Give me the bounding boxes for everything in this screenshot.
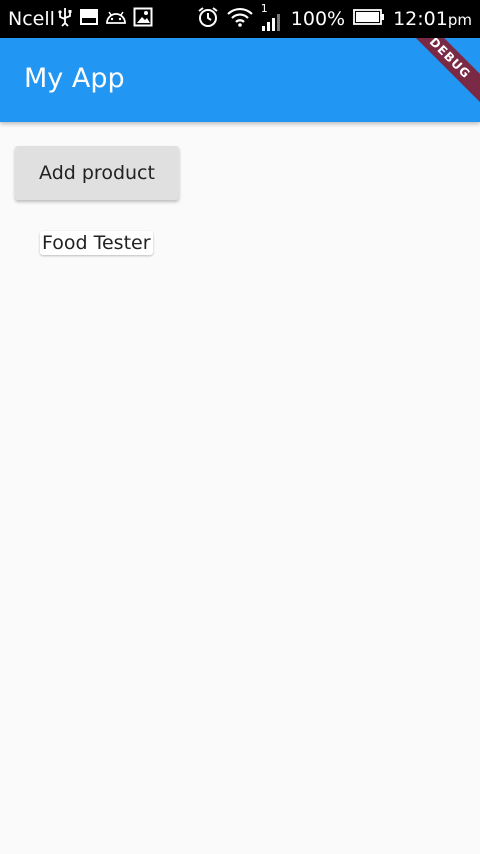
system-indicators: 1 100% 12:01pm xyxy=(197,2,472,33)
app-bar: My App DEBUG xyxy=(0,38,480,122)
add-product-button[interactable]: Add product xyxy=(15,146,179,200)
wifi-icon xyxy=(226,7,253,32)
image-icon xyxy=(79,7,99,32)
clock-suffix: pm xyxy=(447,11,472,29)
usb-icon xyxy=(57,7,73,32)
photo-icon xyxy=(133,7,153,32)
page-title: My App xyxy=(24,63,125,94)
carrier-name: Ncell xyxy=(8,8,55,30)
clock: 12:01pm xyxy=(393,8,472,30)
debug-banner: DEBUG xyxy=(400,38,480,108)
battery-percent: 100% xyxy=(290,8,346,30)
battery-icon xyxy=(353,8,385,31)
product-name: Food Tester xyxy=(42,232,151,254)
status-bar: Ncell 1 100% 12:01pm xyxy=(0,0,480,38)
android-icon xyxy=(105,8,127,30)
product-card: Food Tester xyxy=(40,231,153,255)
notification-icons xyxy=(57,7,153,32)
alarm-icon xyxy=(197,6,219,33)
clock-time: 12:01 xyxy=(393,8,448,30)
signal-icon: 1 xyxy=(261,2,283,32)
